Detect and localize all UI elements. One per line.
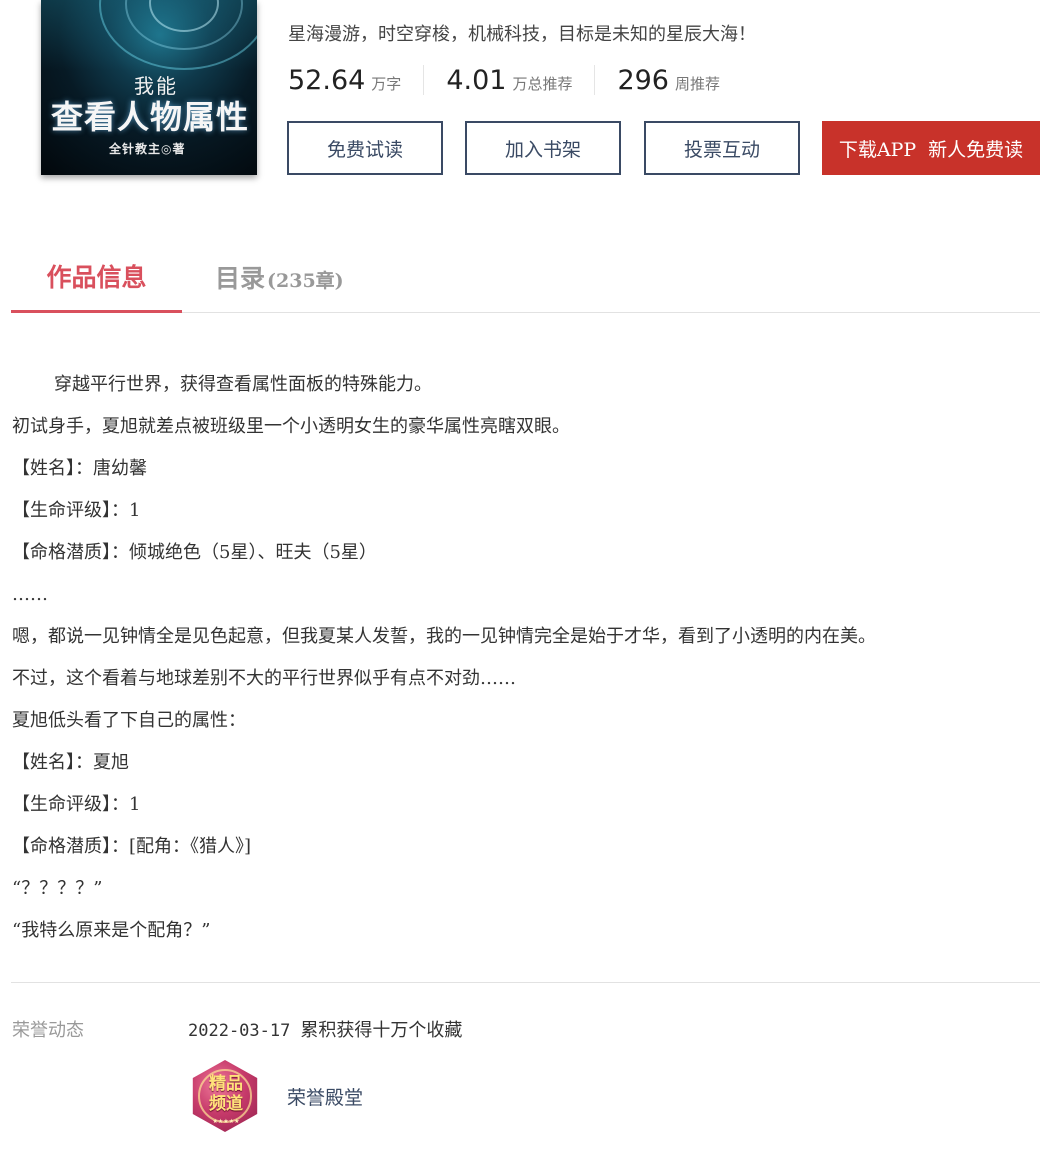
honor-event-text: 累积获得十万个收藏: [300, 1020, 463, 1041]
cover-title-main: 查看人物属性: [51, 98, 250, 136]
description-line: 【生命评级】：1: [12, 794, 141, 815]
free-read-button[interactable]: 免费试读: [287, 121, 443, 175]
download-app-button[interactable]: 下载APP 新人免费读: [822, 121, 1040, 175]
cover-author: 全针教主◎著: [109, 142, 186, 156]
honor-hall-link[interactable]: 荣誉殿堂: [287, 1083, 363, 1110]
description-line: “我特么原来是个配角？”: [12, 920, 211, 941]
description-line: 不过，这个看着与地球差别不大的平行世界似乎有点不对劲……: [12, 668, 516, 689]
premium-channel-badge-icon[interactable]: 精品 频道 ★★★★★: [190, 1060, 260, 1132]
book-cover[interactable]: 我能 查看人物属性 全针教主◎著: [41, 0, 257, 175]
stat-total-recommend: 4.01 万总推荐: [446, 65, 596, 96]
stat-unit: 万总推荐: [512, 75, 573, 93]
description-line: 【生命评级】：1: [12, 500, 141, 521]
badge-text-line: 频道: [209, 1094, 243, 1114]
description-line: “？？？？”: [12, 878, 103, 899]
stat-week-recommend: 296 周推荐: [617, 65, 742, 96]
tab-catalog-label: 目录: [215, 264, 266, 293]
description-line: 【姓名】：夏旭: [12, 752, 129, 773]
detail-tabs: 作品信息 目录 (235章): [11, 255, 1040, 313]
book-intro: 星海漫游，时空穿梭，机械科技，目标是未知的星辰大海！: [288, 24, 756, 45]
tab-catalog[interactable]: 目录 (235章): [215, 255, 344, 313]
stat-value: 296: [617, 65, 669, 96]
badge-text: 精品 频道: [203, 1074, 249, 1114]
badge-stars: ★★★★★: [212, 1118, 240, 1125]
stat-unit: 周推荐: [675, 75, 721, 93]
add-to-shelf-button[interactable]: 加入书架: [465, 121, 621, 175]
tab-book-info[interactable]: 作品信息: [11, 255, 182, 313]
description-line: 【姓名】：唐幼馨: [12, 458, 147, 479]
stat-unit: 万字: [371, 75, 402, 93]
badge-text-line: 精品: [209, 1074, 243, 1094]
honor-date: 2022-03-17: [188, 1021, 291, 1041]
description-line: ……: [12, 584, 48, 605]
description-line: 【命格潜质】：[配角：《猎人》]: [12, 836, 252, 857]
book-description: 穿越平行世界，获得查看属性面板的特殊能力。 初试身手，夏旭就差点被班级里一个小透…: [12, 364, 1032, 952]
description-line: 初试身手，夏旭就差点被班级里一个小透明女生的豪华属性亮瞎双眼。: [12, 416, 570, 437]
tab-book-info-label: 作品信息: [46, 263, 147, 292]
book-stats: 52.64 万字 4.01 万总推荐 296 周推荐: [288, 62, 764, 98]
description-line: 穿越平行世界，获得查看属性面板的特殊能力。: [54, 374, 432, 395]
description-line: 【命格潜质】：倾城绝色（5星）、旺夫（5星）: [12, 542, 377, 563]
download-app-label: 下载APP: [838, 138, 917, 161]
stat-word-count: 52.64 万字: [288, 65, 425, 96]
description-line: 嗯，都说一见钟情全是见色起意，但我夏某人发誓，我的一见钟情完全是始于才华，看到了…: [12, 626, 876, 647]
honor-event: 2022-03-17 累积获得十万个收藏: [188, 1016, 462, 1042]
section-divider: [11, 982, 1040, 983]
description-line: 夏旭低头看了下自己的属性：: [12, 710, 246, 731]
vote-button[interactable]: 投票互动: [644, 121, 800, 175]
new-user-free-label: 新人免费读: [928, 138, 1024, 161]
tab-catalog-count: (235章): [267, 270, 344, 292]
stat-value: 4.01: [446, 65, 507, 96]
stat-value: 52.64: [288, 65, 366, 96]
honors-label: 荣誉动态: [12, 1020, 84, 1041]
